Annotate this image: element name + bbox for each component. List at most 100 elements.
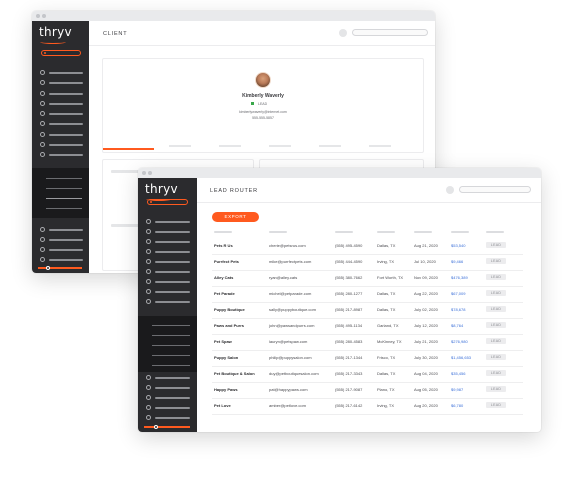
contact-email: duy@petboutiquesalon.com (269, 371, 319, 376)
status-badge[interactable]: LEAD (486, 386, 506, 392)
sidebar-nav-item[interactable] (146, 259, 191, 264)
column-header[interactable] (486, 231, 504, 233)
business-name[interactable]: Pets R Us (214, 243, 233, 248)
sidebar-collapse-knob[interactable] (154, 425, 158, 429)
notification-icon[interactable] (446, 186, 454, 194)
sidebar-collapse-knob[interactable] (46, 266, 50, 270)
column-header[interactable] (451, 231, 469, 233)
contact-phone: (555) 217-6142 (335, 403, 363, 408)
sidebar-nav-item[interactable] (40, 152, 84, 157)
table-row[interactable]: Happy Paws pat@happypaws.com (555) 217-9… (212, 382, 523, 399)
sidebar-nav-item[interactable] (40, 257, 84, 262)
amount: $476,389 (451, 275, 468, 280)
contact-email: michel@petparade.com (269, 291, 312, 296)
tab-overview[interactable] (103, 148, 154, 150)
sidebar-search[interactable] (41, 50, 81, 56)
status-badge[interactable]: LEAD (486, 290, 506, 296)
sidebar-nav-item[interactable] (146, 269, 191, 274)
tab[interactable] (219, 145, 241, 147)
window-control[interactable] (42, 14, 46, 18)
business-name[interactable]: Purrfect Pets (214, 259, 239, 264)
sidebar-nav-item[interactable] (40, 247, 84, 252)
sidebar-nav-item[interactable] (40, 132, 84, 137)
sidebar-nav-item[interactable] (146, 219, 191, 224)
status-badge[interactable]: LEAD (486, 402, 506, 408)
sidebar-nav-item[interactable] (40, 91, 84, 96)
column-header[interactable] (269, 231, 287, 233)
sidebar-nav-item[interactable] (146, 375, 191, 380)
sidebar-nav-item[interactable] (40, 227, 84, 232)
sidebar-nav-item[interactable] (146, 289, 191, 294)
business-name[interactable]: Pet Boutique & Salon (214, 371, 255, 376)
export-button[interactable]: EXPORT (212, 212, 259, 222)
table-row[interactable]: Paws and Purrs john@pawsandpurrs.com (55… (212, 318, 523, 335)
table-row[interactable]: Purrfect Pets mike@purrfectpets.com (555… (212, 254, 523, 271)
table-row[interactable]: Pet Love amber@petlove.com (555) 217-614… (212, 398, 523, 415)
status-badge[interactable]: LEAD (486, 306, 506, 312)
sidebar-nav-item[interactable] (146, 385, 191, 390)
table-row[interactable]: Puppy Boutique sally@puppyboutique.com (… (212, 302, 523, 319)
business-name[interactable]: Paws and Purrs (214, 323, 244, 328)
header-search[interactable] (352, 29, 428, 36)
tab[interactable] (169, 145, 191, 147)
nav-icon (146, 289, 151, 294)
table-row[interactable]: Pet Boutique & Salon duy@petboutiquesalo… (212, 366, 523, 383)
notification-icon[interactable] (339, 29, 347, 37)
sidebar-nav-item[interactable] (146, 239, 191, 244)
business-name[interactable]: Pet Love (214, 403, 231, 408)
column-header[interactable] (414, 231, 432, 233)
tab[interactable] (269, 145, 291, 147)
sidebar-collapse-track[interactable] (38, 267, 82, 269)
status-badge[interactable]: LEAD (486, 258, 506, 264)
business-name[interactable]: Puppy Salon (214, 355, 238, 360)
window-control[interactable] (142, 171, 146, 175)
business-name[interactable]: Happy Paws (214, 387, 238, 392)
status-badge[interactable]: LEAD (486, 274, 506, 280)
business-name[interactable]: Pet Parade (214, 291, 235, 296)
table-row[interactable]: Puppy Salon philip@puppysalon.com (555) … (212, 350, 523, 367)
sidebar-nav-item[interactable] (146, 415, 191, 420)
table-row[interactable]: Alley Cats ryan@alley.cats (555) 380-766… (212, 270, 523, 287)
sidebar-nav-item[interactable] (40, 80, 84, 85)
sidebar-nav-item[interactable] (40, 111, 84, 116)
sidebar-nav-item[interactable] (40, 142, 84, 147)
table-row[interactable]: Pets R Us cherie@petsrus.com (555) 495-4… (212, 238, 523, 255)
business-name[interactable]: Puppy Boutique (214, 307, 245, 312)
window-control[interactable] (148, 171, 152, 175)
contact-phone: (555) 495-1134 (335, 323, 363, 328)
sidebar-nav-item[interactable] (146, 299, 191, 304)
table-row[interactable]: Pet Parade michel@petparade.com (555) 28… (212, 286, 523, 303)
column-header[interactable] (214, 231, 232, 233)
contact-email[interactable]: kimberlywaverly@internet.com (103, 110, 423, 114)
sidebar-search[interactable] (147, 199, 188, 205)
status-badge[interactable]: LEAD (486, 322, 506, 328)
sidebar-nav-item[interactable] (146, 249, 191, 254)
table-row[interactable]: Pet Spaw lauryn@petspaw.com (555) 280-45… (212, 334, 523, 351)
sidebar-nav-item[interactable] (146, 405, 191, 410)
window-control[interactable] (36, 14, 40, 18)
sidebar-nav-item[interactable] (40, 237, 84, 242)
column-header[interactable] (335, 231, 353, 233)
status-badge[interactable]: LEAD (486, 354, 506, 360)
contact-phone[interactable]: 555-555-5857 (103, 116, 423, 120)
business-name[interactable]: Pet Spaw (214, 339, 232, 344)
sidebar-nav-item[interactable] (40, 70, 84, 75)
column-header[interactable] (377, 231, 395, 233)
contact-card: Kimberly Waverly LEAD kimberlywaverly@in… (102, 58, 424, 153)
status-badge[interactable]: LEAD (486, 338, 506, 344)
tab[interactable] (319, 145, 341, 147)
tab[interactable] (369, 145, 391, 147)
business-name[interactable]: Alley Cats (214, 275, 233, 280)
contact-email: john@pawsandpurrs.com (269, 323, 315, 328)
sidebar-nav-item[interactable] (146, 229, 191, 234)
sidebar-nav-item[interactable] (146, 395, 191, 400)
header-search[interactable] (459, 186, 531, 193)
sidebar-nav-item[interactable] (40, 101, 84, 106)
sidebar-nav-item[interactable] (40, 121, 84, 126)
sidebar-nav-item[interactable] (146, 279, 191, 284)
status-badge[interactable]: LEAD (486, 242, 506, 248)
status-badge[interactable]: LEAD (486, 370, 506, 376)
date: July 12, 2020 (414, 323, 438, 328)
sidebar-collapse-track[interactable] (144, 426, 190, 428)
amount: $9,987 (451, 387, 464, 392)
